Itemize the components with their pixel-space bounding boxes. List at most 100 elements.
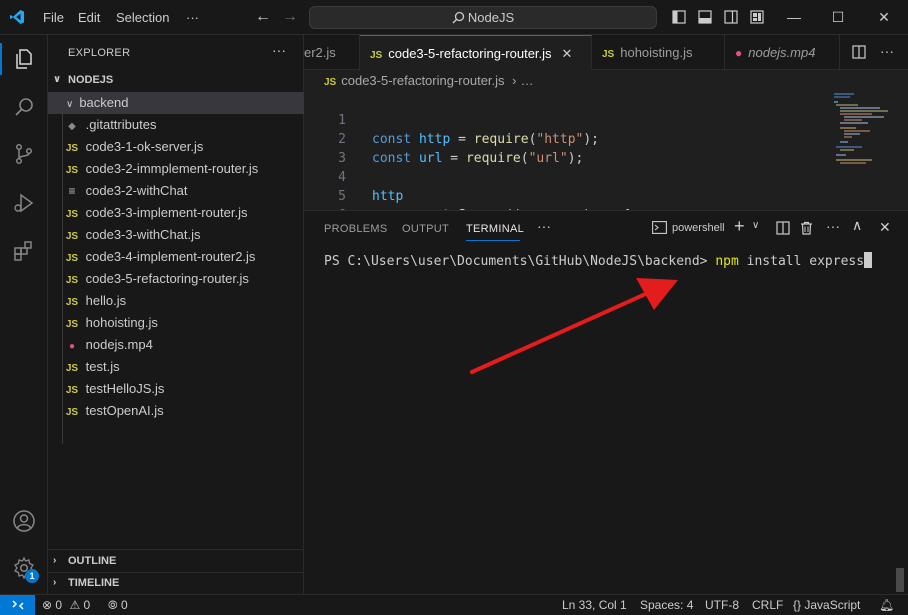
explorer-header: EXPLORER <box>68 47 131 59</box>
extensions-icon[interactable] <box>12 239 36 263</box>
broadcast-icon: ⦾ <box>108 598 118 612</box>
file-item[interactable]: JS test.js <box>48 356 304 378</box>
title-bar: File Edit Selection ··· ← → NodeJS — ☐ ✕ <box>0 0 908 35</box>
eol-status[interactable]: CRLF <box>752 595 783 615</box>
file-name: code3-3-withChat.js <box>85 227 201 242</box>
line-number: 3 <box>338 151 346 166</box>
command-center-search[interactable]: NodeJS <box>309 6 657 29</box>
file-item[interactable]: JS testHelloJS.js <box>48 378 304 400</box>
minimap[interactable] <box>832 92 894 172</box>
close-tab-icon[interactable]: ✕ <box>562 46 573 61</box>
active-indicator <box>0 43 2 75</box>
terminal-scrollbar[interactable] <box>896 568 904 592</box>
file-item[interactable]: JS hello.js <box>48 290 304 312</box>
maximize-icon[interactable]: ☐ <box>830 9 846 26</box>
tab-terminal[interactable]: TERMINAL <box>466 223 524 235</box>
tab-nodejs-mp4[interactable]: ● nodejs.mp4 <box>725 35 840 70</box>
editor-more-actions-icon[interactable]: ··· <box>880 43 894 59</box>
file-item[interactable]: JS code3-2-immplement-router.js <box>48 158 304 180</box>
editor-tabs: er2.js JS code3-5-refactoring-router.js ✕ … <box>304 35 908 70</box>
remote-icon <box>11 600 24 610</box>
split-terminal-icon[interactable] <box>776 221 790 235</box>
warning-icon: ⚠ <box>69 598 81 612</box>
tab-partial-label: er2.js <box>304 45 336 60</box>
panel-more-actions-icon[interactable]: ··· <box>826 218 840 234</box>
explorer-files-icon[interactable] <box>12 47 36 71</box>
tab-mp4-label: nodejs.mp4 <box>748 45 816 60</box>
kill-terminal-trash-icon[interactable] <box>800 221 813 235</box>
back-arrow-icon[interactable]: ← <box>255 8 271 26</box>
timeline-section[interactable]: › TIMELINE <box>48 572 304 594</box>
js-file-icon: JS <box>370 50 383 61</box>
file-name: code3-5-refactoring-router.js <box>85 271 249 286</box>
search-icon[interactable] <box>12 95 36 119</box>
tab-hohoisting[interactable]: JS hohoisting.js <box>592 35 725 70</box>
toggle-panel-icon[interactable] <box>698 10 712 24</box>
tab-partial[interactable]: er2.js <box>304 35 360 70</box>
minimize-icon[interactable]: — <box>786 9 802 25</box>
close-panel-icon[interactable]: ✕ <box>879 219 891 236</box>
js-file-icon: JS <box>65 407 79 418</box>
notification-badge: 1 <box>25 569 39 583</box>
maximize-panel-chevron-up-icon[interactable]: ∧ <box>852 217 862 234</box>
terminal-cursor <box>864 252 873 268</box>
split-editor-icon[interactable] <box>852 45 866 59</box>
encoding-status[interactable]: UTF-8 <box>705 595 739 615</box>
terminal-output[interactable]: PS C:\Users\user\Documents\GitHub\NodeJS… <box>324 252 873 269</box>
language-status[interactable]: {} JavaScript <box>793 595 860 615</box>
tab-problems[interactable]: PROBLEMS <box>324 223 388 235</box>
menu-selection[interactable]: Selection <box>116 10 169 25</box>
tab-code3-5-refactoring-router[interactable]: JS code3-5-refactoring-router.js ✕ <box>360 35 592 70</box>
menu-more[interactable]: ··· <box>186 10 199 25</box>
close-window-icon[interactable]: ✕ <box>876 9 892 26</box>
toggle-primary-sidebar-icon[interactable] <box>672 10 686 24</box>
indentation-status[interactable]: Spaces: 4 <box>640 595 693 615</box>
js-file-icon: JS <box>65 253 79 264</box>
line-number: 5 <box>338 189 346 204</box>
explorer-more-actions-icon[interactable]: ··· <box>272 42 286 58</box>
accounts-icon[interactable] <box>12 509 36 533</box>
file-item[interactable]: JS code3-1-ok-server.js <box>48 136 304 158</box>
file-name: nodejs.mp4 <box>85 337 153 352</box>
shell-name[interactable]: powershell <box>672 222 725 234</box>
file-item[interactable]: JS hohoisting.js <box>48 312 304 334</box>
menu-edit[interactable]: Edit <box>78 10 100 25</box>
breadcrumb-file[interactable]: code3-5-refactoring-router.js <box>341 73 504 88</box>
js-file-icon: JS <box>65 231 79 242</box>
file-name: testOpenAI.js <box>85 403 164 418</box>
code-editor[interactable]: 1 const http = require("http"); 2 const … <box>304 92 908 210</box>
forward-arrow-icon[interactable]: → <box>282 8 298 26</box>
file-item[interactable]: JS code3-4-implement-router2.js <box>48 246 304 268</box>
file-item[interactable]: JS code3-5-refactoring-router.js <box>48 268 304 290</box>
customize-layout-icon[interactable] <box>750 10 764 24</box>
file-item[interactable]: JS code3-3-implement-router.js <box>48 202 304 224</box>
file-item[interactable]: JS testOpenAI.js <box>48 400 304 422</box>
source-control-icon[interactable] <box>12 142 36 166</box>
file-item[interactable]: ≡ code3-2-withChat <box>48 180 304 202</box>
problems-status[interactable]: ⊗ 0 ⚠ 0 <box>42 595 90 615</box>
terminal-command: npm <box>715 254 739 269</box>
chevron-right-icon: › <box>53 555 57 566</box>
file-item[interactable]: JS code3-3-withChat.js <box>48 224 304 246</box>
notifications-bell-icon[interactable]: 🔔︎ <box>879 595 894 615</box>
line-number: 2 <box>338 132 346 147</box>
cursor-position[interactable]: Ln 33, Col 1 <box>562 595 627 615</box>
run-and-debug-icon[interactable] <box>12 191 36 215</box>
tab-active-label: code3-5-refactoring-router.js <box>388 46 552 61</box>
toggle-secondary-sidebar-icon[interactable] <box>724 10 738 24</box>
folder-nodejs[interactable]: ∨ NODEJS <box>48 69 304 91</box>
file-name: test.js <box>85 359 120 374</box>
tab-output[interactable]: OUTPUT <box>402 223 449 235</box>
outline-section[interactable]: › OUTLINE <box>48 550 304 572</box>
file-item[interactable]: ● nodejs.mp4 <box>48 334 304 356</box>
breadcrumb-more[interactable]: … <box>521 73 534 88</box>
menu-file[interactable]: File <box>43 10 64 25</box>
new-terminal-plus-icon[interactable]: + <box>734 216 745 237</box>
panel-more-icon[interactable]: ··· <box>537 218 551 234</box>
folder-backend[interactable]: ∨ backend <box>48 92 304 114</box>
terminal-dropdown-chevron-icon[interactable]: ∨ <box>752 220 759 231</box>
file-item[interactable]: ◆ .gitattributes <box>48 114 304 136</box>
ports-status[interactable]: ⦾ 0 <box>108 595 128 615</box>
breadcrumb-separator-icon: › <box>512 73 517 88</box>
remote-indicator[interactable] <box>0 595 35 615</box>
